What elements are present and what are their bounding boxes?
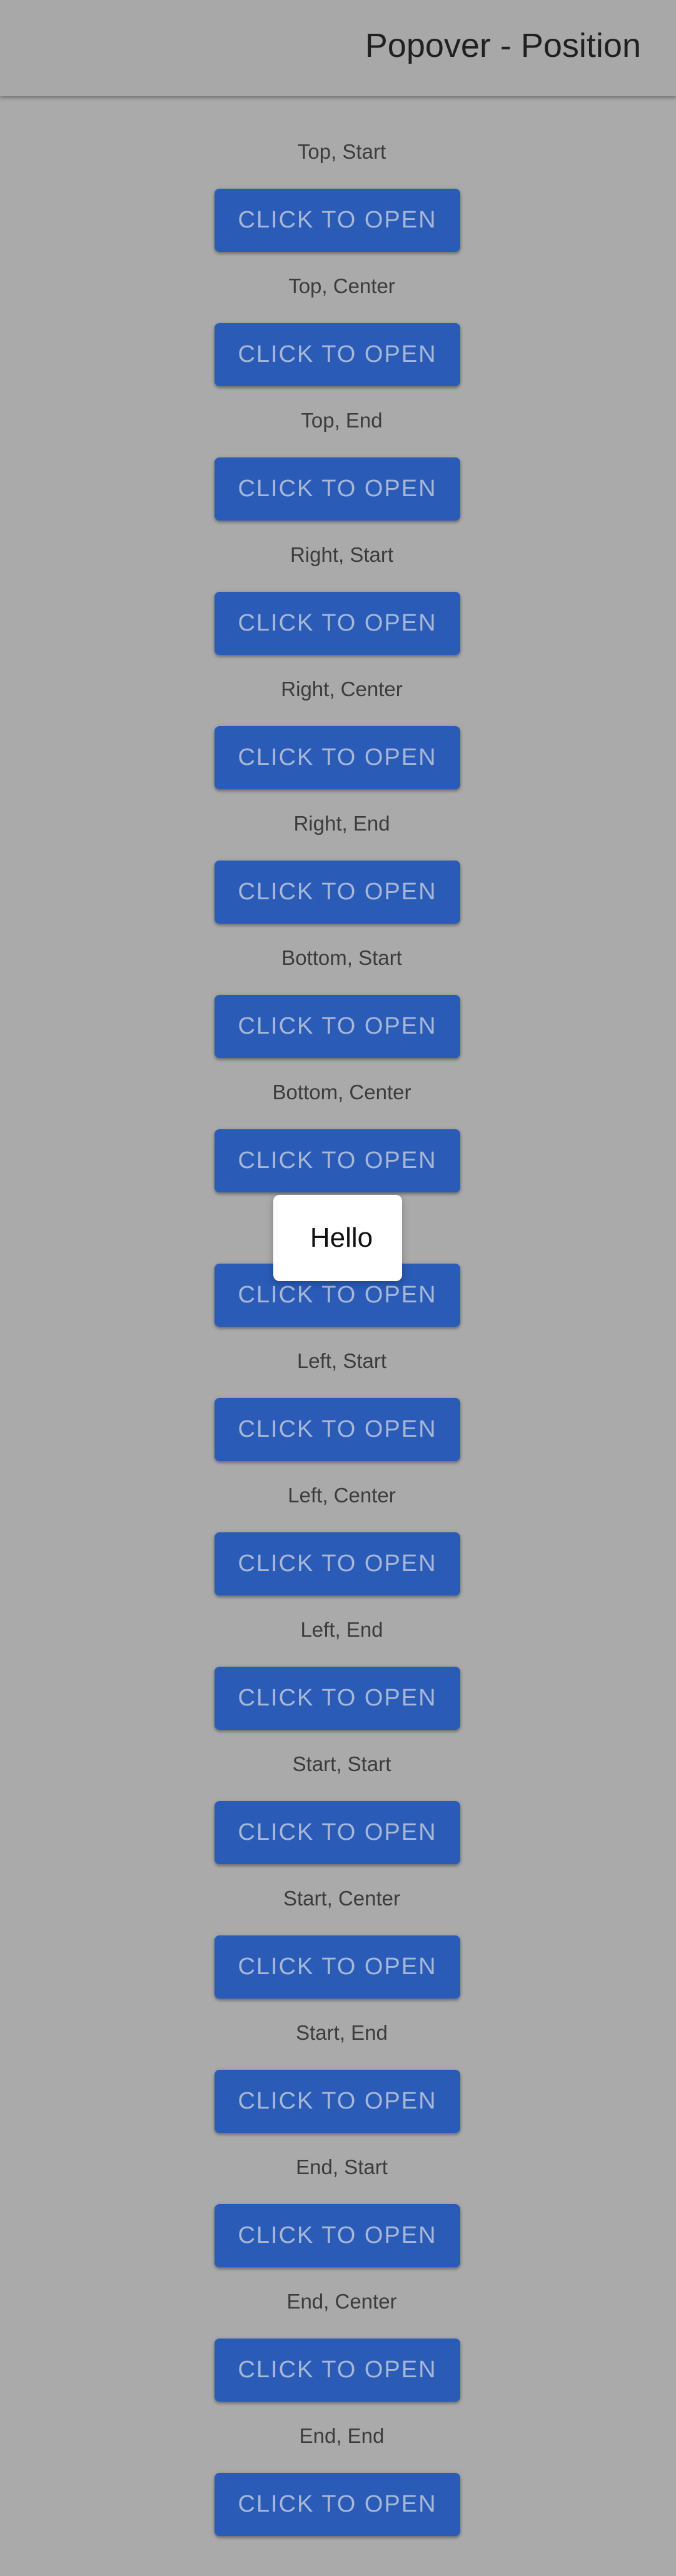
section-label: Right, End [293, 812, 390, 835]
section-label: Right, Start [290, 543, 394, 566]
section-end-start: End, Start CLICK TO OPEN [0, 2112, 676, 2267]
section-label: Left, Start [296, 1349, 387, 1372]
section-right-center: Right, Center CLICK TO OPEN [0, 634, 676, 789]
section-right-start: Right, Start CLICK TO OPEN [0, 499, 676, 655]
section-end-center: End, Center CLICK TO OPEN [0, 2246, 676, 2402]
section-label: Top, End [301, 409, 383, 432]
section-left-start: Left, Start CLICK TO OPEN [0, 1305, 676, 1461]
section-left-center: Left, Center CLICK TO OPEN [0, 1440, 676, 1595]
section-label: End, Center [286, 2290, 397, 2313]
section-label: Start, Start [292, 1752, 391, 1775]
section-top-center: Top, Center CLICK TO OPEN [0, 231, 676, 386]
section-label: End, Start [296, 2155, 388, 2179]
section-end-end: End, End CLICK TO OPEN [0, 2380, 676, 2536]
section-label: Bottom, Start [281, 946, 402, 969]
section-top-end: Top, End CLICK TO OPEN [0, 365, 676, 521]
section-start-start: Start, Start CLICK TO OPEN [0, 1709, 676, 1864]
section-label: Start, End [296, 2021, 388, 2044]
page-title: Popover - Position [365, 27, 641, 64]
section-right-end: Right, End CLICK TO OPEN [0, 768, 676, 924]
toolbar: Popover - Position [0, 0, 676, 96]
section-label: Top, Center [288, 274, 395, 297]
section-top-start: Top, Start CLICK TO OPEN [0, 96, 676, 252]
section-left-end: Left, End CLICK TO OPEN [0, 1574, 676, 1730]
section-label: Top, Start [297, 140, 386, 163]
section-start-center: Start, Center CLICK TO OPEN [0, 1843, 676, 1999]
open-popover-button[interactable]: CLICK TO OPEN [214, 2473, 460, 2536]
section-label: Left, End [300, 1618, 383, 1641]
popover: Hello [273, 1195, 402, 1281]
section-label: Bottom, Center [272, 1081, 411, 1104]
section-start-end: Start, End CLICK TO OPEN [0, 1977, 676, 2133]
section-bottom-center: Bottom, Center CLICK TO OPEN [0, 1037, 676, 1192]
section-label: Left, Center [288, 1484, 396, 1507]
section-label: Right, Center [281, 677, 403, 701]
section-label: End, End [299, 2424, 385, 2447]
popover-text: Hello [310, 1222, 373, 1253]
section-bottom-start: Bottom, Start CLICK TO OPEN [0, 902, 676, 1058]
section-label: Start, Center [283, 1887, 401, 1910]
